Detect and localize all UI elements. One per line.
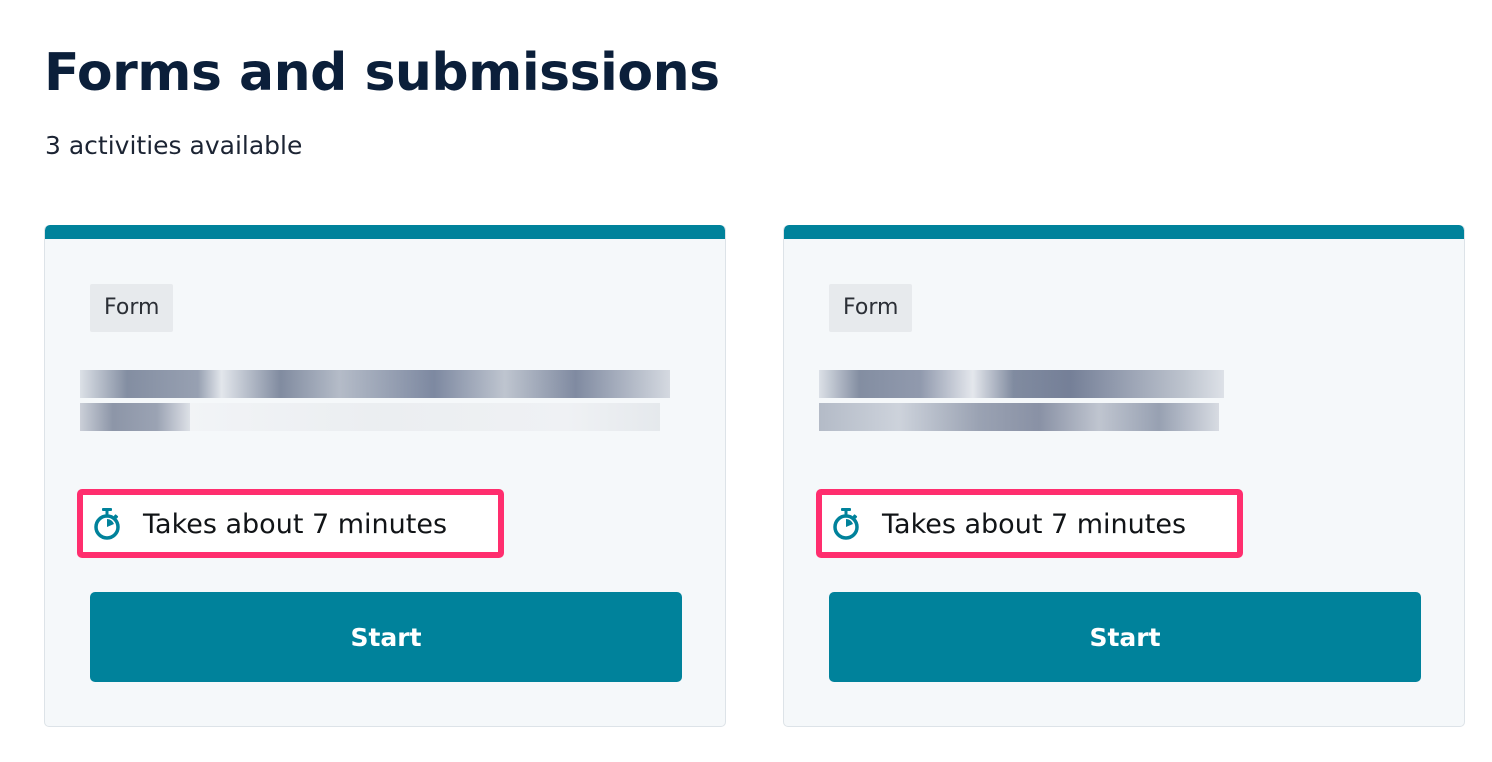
card-accent-bar (45, 225, 725, 239)
activity-title-obscured (80, 356, 670, 440)
duration-highlight: Takes about 7 minutes (816, 489, 1243, 558)
duration-text: Takes about 7 minutes (143, 508, 448, 540)
start-button[interactable]: Start (90, 592, 682, 682)
activity-card: Form Takes about 7 minutes Start (783, 225, 1465, 727)
duration-highlight: Takes about 7 minutes (77, 489, 504, 558)
page-title: Forms and submissions (44, 43, 720, 103)
activity-card: Form Takes about 7 minutes Start (44, 225, 726, 727)
activity-count: 3 activities available (45, 131, 303, 160)
activity-type-tag: Form (829, 284, 913, 332)
start-button[interactable]: Start (829, 592, 1421, 682)
duration-info: Takes about 7 minutes (832, 503, 1186, 545)
duration-info: Takes about 7 minutes (93, 503, 447, 545)
duration-text: Takes about 7 minutes (882, 508, 1187, 540)
stopwatch-icon (832, 507, 860, 541)
activity-type-tag: Form (90, 284, 174, 332)
activity-title-obscured (819, 356, 1409, 440)
card-accent-bar (784, 225, 1464, 239)
stopwatch-icon (93, 507, 121, 541)
